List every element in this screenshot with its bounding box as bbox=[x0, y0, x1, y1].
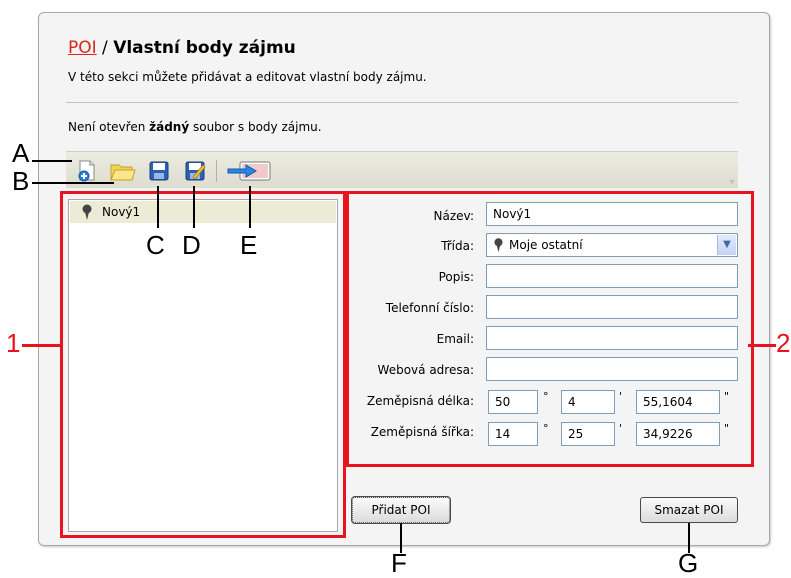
export-icon[interactable] bbox=[226, 160, 272, 182]
callout-d-line bbox=[193, 186, 195, 228]
breadcrumb-separator: / bbox=[96, 38, 114, 58]
file-status: Není otevřen žádný soubor s body zájmu. bbox=[68, 120, 322, 134]
status-bold: žádný bbox=[149, 120, 190, 134]
page-title: POI / Vlastní body zájmu bbox=[68, 38, 296, 58]
status-suffix: soubor s body zájmu. bbox=[189, 120, 322, 134]
page-title-text: Vlastní body zájmu bbox=[113, 38, 296, 58]
poi-breadcrumb-link[interactable]: POI bbox=[68, 38, 97, 58]
save-as-icon[interactable] bbox=[184, 160, 206, 182]
callout-2-line bbox=[748, 344, 776, 347]
toolbar: ▿ bbox=[66, 151, 738, 188]
annotation-box-2 bbox=[346, 191, 754, 467]
callout-b-line bbox=[32, 182, 114, 184]
page-subtitle: V této sekci můžete přidávat a editovat … bbox=[68, 70, 427, 84]
new-file-icon[interactable] bbox=[76, 160, 98, 182]
add-poi-button[interactable]: Přidat POI bbox=[351, 496, 451, 524]
callout-e: E bbox=[240, 230, 258, 260]
divider bbox=[66, 102, 738, 103]
toolbar-grip-icon[interactable]: ▿ bbox=[730, 177, 734, 186]
callout-f: F bbox=[391, 548, 407, 578]
callout-1-line bbox=[22, 344, 60, 347]
delete-poi-button[interactable]: Smazat POI bbox=[640, 497, 738, 523]
callout-e-line bbox=[249, 186, 251, 228]
callout-2: 2 bbox=[776, 328, 791, 358]
callout-a: A bbox=[12, 138, 30, 168]
save-icon[interactable] bbox=[148, 160, 170, 182]
open-folder-icon[interactable] bbox=[110, 160, 136, 182]
callout-g: G bbox=[678, 548, 699, 578]
status-prefix: Není otevřen bbox=[68, 120, 150, 134]
callout-d: D bbox=[182, 230, 201, 260]
callout-c: C bbox=[146, 230, 165, 260]
callout-1: 1 bbox=[6, 328, 21, 358]
toolbar-separator bbox=[216, 160, 217, 182]
callout-b: B bbox=[12, 166, 30, 196]
annotation-box-1 bbox=[60, 191, 346, 538]
callout-c-line bbox=[157, 186, 159, 228]
callout-a-line bbox=[32, 160, 72, 162]
